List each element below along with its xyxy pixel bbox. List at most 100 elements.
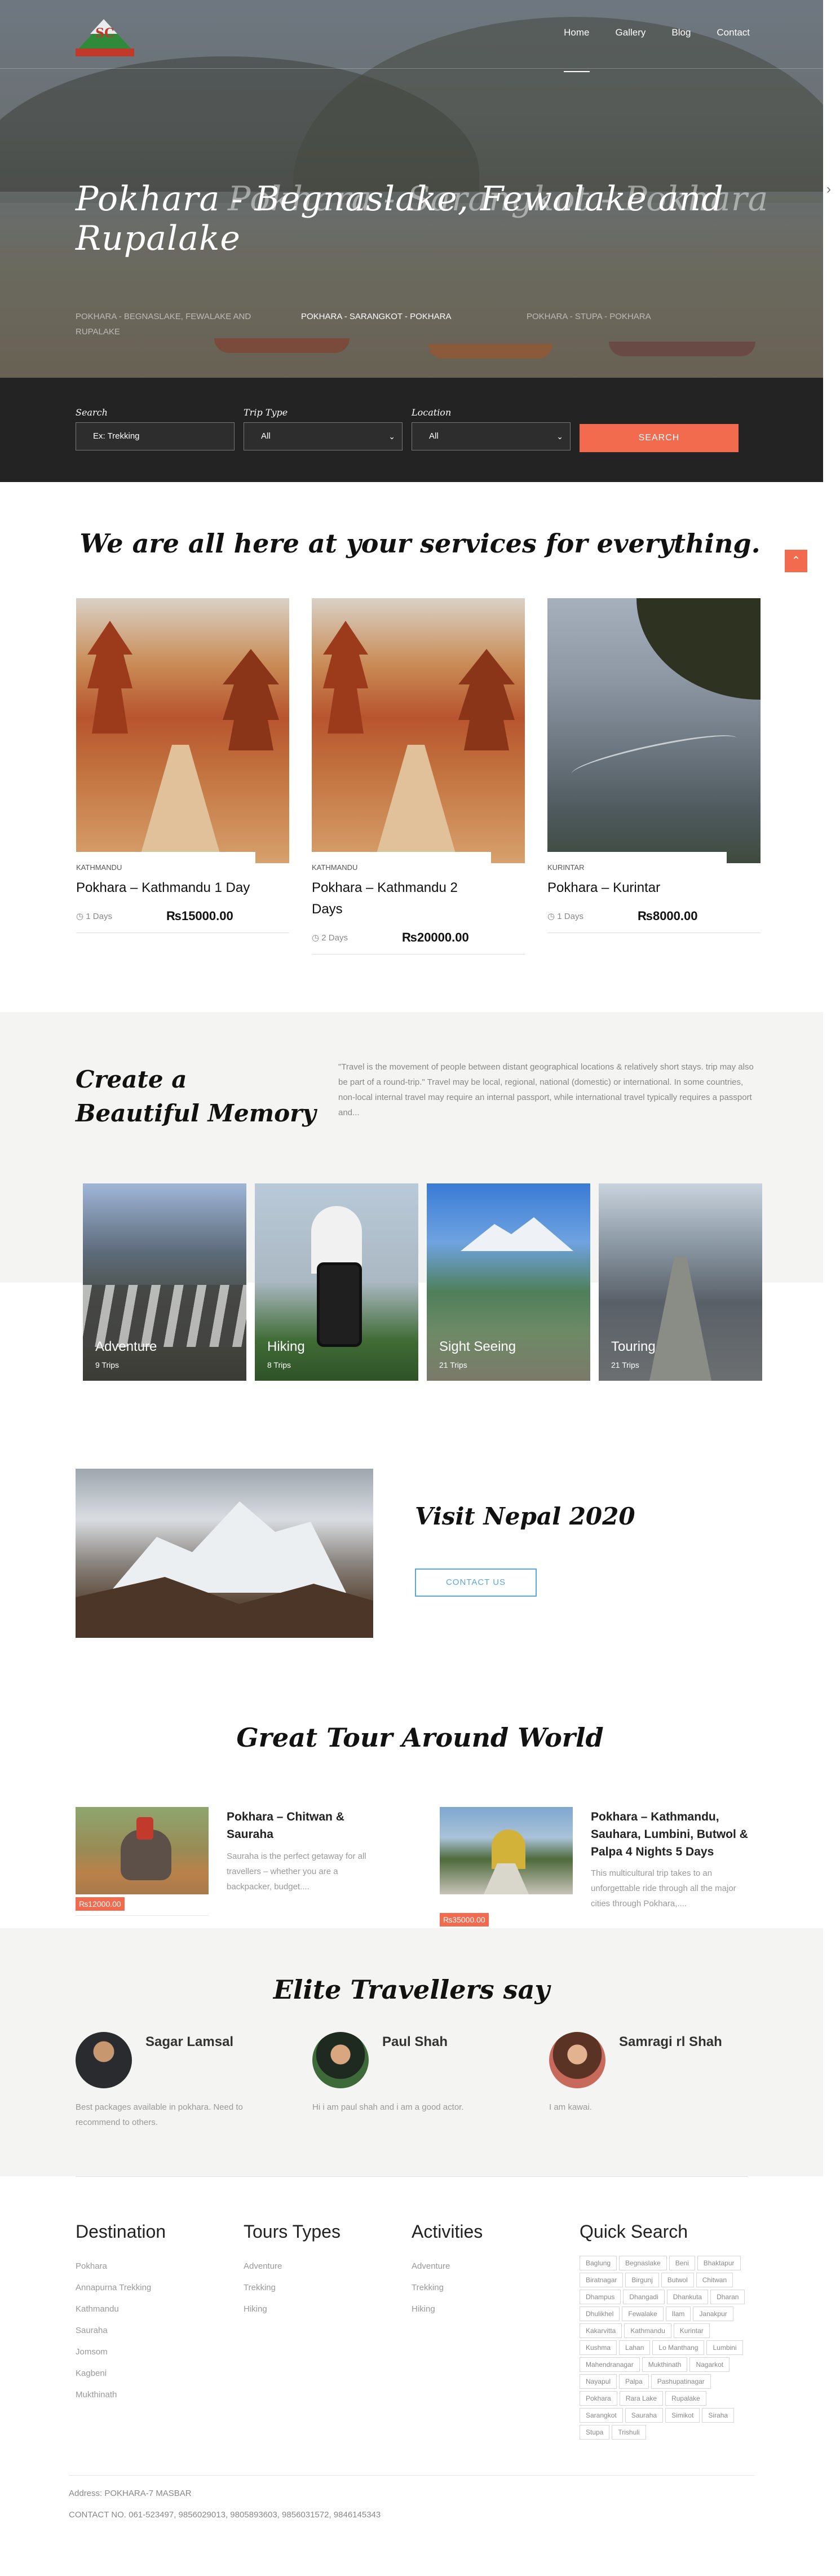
footer-link[interactable]: Hiking — [412, 2299, 483, 2320]
tag-link[interactable]: Nagarkot — [689, 2357, 730, 2372]
chevron-up-icon[interactable]: ⌃ — [785, 550, 807, 572]
hero-title: Pokhara - Begnaslake, Fewalake and Rupal… — [76, 179, 823, 258]
footer-activities: Activities Adventure Trekking Hiking — [412, 2221, 483, 2320]
tag-link[interactable]: Mukthinath — [642, 2357, 688, 2372]
category-count: 21 Trips — [439, 1360, 467, 1369]
trip-type-select[interactable]: All ⌄ — [244, 422, 403, 450]
chevron-right-icon[interactable]: › — [826, 182, 831, 197]
tag-link[interactable]: Lahan — [619, 2340, 651, 2355]
tag-link[interactable]: Kushma — [580, 2340, 617, 2355]
tour-card-image[interactable] — [76, 598, 289, 863]
tag-link[interactable]: Pashupatinagar — [651, 2374, 711, 2389]
featured-tour-image[interactable] — [76, 1807, 209, 1894]
tag-link[interactable]: Dhampus — [580, 2290, 621, 2304]
memory-section: Create a Beautiful Memory "Travel is the… — [0, 1012, 840, 1457]
footer-link[interactable]: Kagbeni — [76, 2363, 166, 2384]
memory-heading: Create a Beautiful Memory — [76, 1063, 316, 1130]
footer-link[interactable]: Kathmandu — [76, 2299, 166, 2320]
tag-link[interactable]: Mahendranagar — [580, 2357, 640, 2372]
tag-link[interactable]: Sarangkot — [580, 2408, 623, 2423]
featured-tour[interactable]: ₨35000.00 Pokhara – Kathmandu, Sauhara, … — [440, 1807, 755, 1927]
tour-card-days: ◷ 1 Days — [76, 912, 112, 921]
tour-card-price: ₨15000.00 — [166, 909, 233, 923]
category-tile-sightseeing[interactable]: Sight Seeing 21 Trips — [427, 1183, 590, 1381]
category-tile-adventure[interactable]: Adventure 9 Trips — [83, 1183, 246, 1381]
footer-link[interactable]: Adventure — [412, 2256, 483, 2277]
featured-tour-title[interactable]: Pokhara – Chitwan & Sauraha — [227, 1808, 384, 1843]
footer-quick-search: Quick Search Baglung Begnaslake Beni Bhakta… — [580, 2221, 749, 2440]
tag-link[interactable]: Fewalake — [622, 2307, 664, 2321]
tour-card-title[interactable]: Pokhara – Kathmandu 2 Days — [312, 877, 491, 920]
tag-link[interactable]: Pokhara — [580, 2391, 617, 2406]
footer-link[interactable]: Mukthinath — [76, 2384, 166, 2406]
search-button[interactable]: SEARCH — [580, 424, 739, 452]
tag-link[interactable]: Dhulikhel — [580, 2307, 620, 2321]
footer-address: Address: POKHARA-7 MASBAR — [69, 2489, 192, 2498]
tag-link[interactable]: Nayapul — [580, 2374, 617, 2389]
footer-link[interactable]: Trekking — [412, 2277, 483, 2299]
footer-link[interactable]: Hiking — [244, 2299, 341, 2320]
tag-link[interactable]: Dhangadi — [623, 2290, 665, 2304]
tag-link[interactable]: Kathmandu — [624, 2323, 671, 2338]
tag-link[interactable]: Kakarvitta — [580, 2323, 622, 2338]
category-tile-touring[interactable]: Touring 21 Trips — [599, 1183, 762, 1381]
tag-link[interactable]: Birgunj — [625, 2273, 659, 2287]
nav-gallery[interactable]: Gallery — [616, 27, 646, 71]
tag-link[interactable]: Stupa — [580, 2425, 610, 2440]
nav-contact[interactable]: Contact — [717, 27, 750, 71]
tag-link[interactable]: Trishuli — [612, 2425, 646, 2440]
featured-tour-image[interactable] — [440, 1807, 573, 1894]
tag-link[interactable]: Palpa — [619, 2374, 649, 2389]
footer-quick-search-heading: Quick Search — [580, 2221, 688, 2242]
tag-link[interactable]: Lumbini — [706, 2340, 743, 2355]
footer-destination-heading: Destination — [76, 2221, 166, 2242]
tag-link[interactable]: Sauraha — [625, 2408, 664, 2423]
slide-tab-1[interactable]: POKHARA - BEGNASLAKE, FEWALAKE AND RUPAL… — [76, 309, 267, 339]
footer-link[interactable]: Trekking — [244, 2277, 341, 2299]
footer-link[interactable]: Jomsom — [76, 2341, 166, 2363]
tour-card-days: ◷ 2 Days — [312, 933, 348, 943]
logo[interactable]: SC — [76, 15, 134, 60]
search-input[interactable]: Ex: Trekking — [76, 422, 235, 450]
tag-link[interactable]: Bhaktapur — [697, 2256, 741, 2270]
nav-blog[interactable]: Blog — [671, 27, 691, 71]
logo-banner — [76, 48, 134, 56]
tag-link[interactable]: Siraha — [702, 2408, 735, 2423]
tag-link[interactable]: Ilam — [665, 2307, 691, 2321]
tag-link[interactable]: Rupalake — [665, 2391, 706, 2406]
category-tile-hiking[interactable]: Hiking 8 Trips — [255, 1183, 418, 1381]
tag-link[interactable]: Beni — [669, 2256, 695, 2270]
featured-tour-title[interactable]: Pokhara – Kathmandu, Sauhara, Lumbini, B… — [591, 1808, 749, 1861]
slide-tab-3[interactable]: POKHARA - STUPA - POKHARA — [527, 309, 718, 339]
tag-link[interactable]: Butwol — [661, 2273, 694, 2287]
tag-link[interactable]: Rara Lake — [619, 2391, 664, 2406]
services-section: We are all here at your services for eve… — [0, 482, 840, 1012]
tag-link[interactable]: Simikot — [665, 2408, 700, 2423]
contact-us-button[interactable]: CONTACT US — [415, 1568, 537, 1597]
tag-link[interactable]: Janakpur — [693, 2307, 733, 2321]
slide-tab-2[interactable]: POKHARA - SARANGKOT - POKHARA — [301, 309, 493, 339]
location-select[interactable]: All ⌄ — [412, 422, 571, 450]
tag-link[interactable]: Dhankuta — [666, 2290, 709, 2304]
footer-link[interactable]: Annapurna Trekking — [76, 2277, 166, 2299]
tag-link[interactable]: Dharan — [710, 2290, 745, 2304]
tag-link[interactable]: Chitwan — [696, 2273, 733, 2287]
category-count: 8 Trips — [267, 1360, 291, 1369]
tour-card-image[interactable] — [547, 598, 761, 863]
nav-home[interactable]: Home — [564, 27, 590, 72]
tour-card-title[interactable]: Pokhara – Kurintar — [547, 877, 727, 899]
footer-link[interactable]: Pokhara — [76, 2256, 166, 2277]
tag-link[interactable]: Biratnagar — [580, 2273, 624, 2287]
tour-card-image[interactable] — [312, 598, 525, 863]
tag-link[interactable]: Baglung — [580, 2256, 617, 2270]
footer-link[interactable]: Sauraha — [76, 2320, 166, 2341]
tag-link[interactable]: Kurintar — [673, 2323, 710, 2338]
tour-card[interactable]: KURINTAR Pokhara – Kurintar ◷ 1 Days ₨80… — [547, 598, 761, 933]
footer-link[interactable]: Adventure — [244, 2256, 341, 2277]
featured-tour[interactable]: ₨12000.00 Pokhara – Chitwan & Sauraha Sa… — [76, 1807, 391, 1920]
tour-card[interactable]: KATHMANDU Pokhara – Kathmandu 2 Days ◷ 2… — [312, 598, 525, 955]
tag-link[interactable]: Lo Manthang — [652, 2340, 705, 2355]
tag-link[interactable]: Begnaslake — [619, 2256, 667, 2270]
tour-card-title[interactable]: Pokhara – Kathmandu 1 Day — [76, 877, 255, 899]
tour-card[interactable]: KATHMANDU Pokhara – Kathmandu 1 Day ◷ 1 … — [76, 598, 289, 933]
